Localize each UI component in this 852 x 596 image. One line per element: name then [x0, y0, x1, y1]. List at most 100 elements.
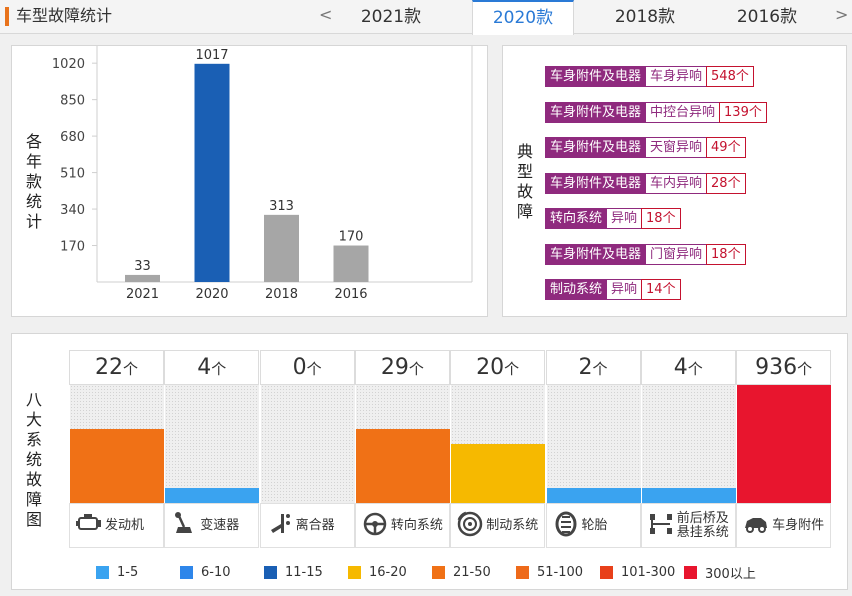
system-count: 2个 [545, 350, 641, 385]
system-count-value: 0 [292, 355, 307, 380]
y-tick-label: 170 [60, 240, 85, 255]
system-bar [641, 488, 736, 503]
engine-icon [75, 510, 105, 542]
system-count-value: 4 [197, 355, 212, 380]
car-body-icon [742, 510, 772, 542]
system-bar [546, 488, 641, 503]
system-count: 4个 [164, 350, 260, 385]
y-tick-label: 850 [60, 94, 85, 109]
fault-category-tag: 车身附件及电器 [545, 243, 647, 265]
fault-item[interactable]: 车身附件及电器 天窗异响 49个 [545, 137, 746, 158]
legend-item: 16-20 [348, 563, 432, 582]
system-column[interactable]: 4个变速器 [164, 350, 260, 548]
legend-item: 11-15 [264, 563, 348, 582]
system-column[interactable]: 936个车身附件 [736, 350, 832, 548]
fault-item[interactable]: 车身附件及电器 中控台异响 139个 [545, 101, 767, 123]
system-bar-area [69, 385, 164, 503]
system-label: 制动系统 [450, 503, 546, 548]
system-count-unit: 个 [687, 360, 703, 378]
system-count: 29个 [354, 350, 450, 385]
legend-item: 51-100 [516, 563, 600, 582]
system-count-unit: 个 [504, 360, 520, 378]
system-column[interactable]: 29个转向系统 [354, 350, 450, 548]
page-title: 车型故障统计 [16, 6, 113, 25]
legend-label: 21-50 [453, 565, 491, 580]
system-label: 离合器 [259, 503, 355, 548]
system-count-value: 2 [578, 355, 593, 380]
next-arrow-icon[interactable]: > [835, 5, 848, 24]
brake-disc-icon [456, 510, 486, 542]
system-column[interactable]: 20个制动系统 [450, 350, 546, 548]
system-bar-area [736, 385, 832, 503]
tab-2018[interactable]: 2018款 [594, 0, 696, 34]
fault-item[interactable]: 车身附件及电器 车内异响 28个 [545, 172, 746, 194]
system-bar-area [545, 385, 641, 503]
fault-subtype: 异响 [607, 279, 642, 300]
fault-item[interactable]: 制动系统 异响 14个 [545, 279, 681, 300]
system-bar-area [259, 385, 355, 503]
system-count-value: 22 [94, 355, 123, 380]
year-bar[interactable] [333, 245, 369, 282]
system-bar-area [164, 385, 260, 503]
tab-2021[interactable]: 2021款 [340, 0, 442, 34]
legend-swatch [600, 566, 613, 579]
legend-label: 11-15 [285, 565, 323, 580]
system-column[interactable]: 4个前后桥及悬挂系统 [640, 350, 736, 548]
system-label: 前后桥及悬挂系统 [640, 503, 736, 548]
system-label: 车身附件 [736, 503, 832, 548]
fault-subtype: 中控台异响 [646, 101, 720, 123]
legend-label: 300以上 [705, 567, 756, 582]
system-bar [70, 429, 164, 503]
legend-swatch [516, 566, 529, 579]
system-count-value: 20 [476, 355, 505, 380]
system-name: 离合器 [295, 517, 335, 533]
system-bar-area [640, 385, 736, 503]
system-column[interactable]: 2个轮胎 [545, 350, 641, 548]
fault-subtype: 门窗异响 [646, 243, 707, 265]
system-name: 变速器 [200, 517, 240, 533]
legend-item: 1-5 [96, 563, 180, 582]
clutch-icon [266, 510, 296, 542]
tab-2020[interactable]: 2020款 [472, 0, 574, 35]
legend-label: 6-10 [201, 565, 231, 580]
title-accent-bar [5, 7, 9, 26]
tab-2016[interactable]: 2016款 [716, 0, 818, 34]
y-tick-label: 1020 [52, 57, 85, 72]
typical-faults-panel: 典型故障 车身附件及电器 车身异响 548个 车身附件及电器 中控台异响 139个 车身附件… [502, 45, 847, 317]
fault-category-tag: 车身附件及电器 [545, 172, 647, 194]
fault-category-tag: 转向系统 [545, 208, 608, 229]
system-label: 转向系统 [354, 503, 450, 548]
fault-item[interactable]: 转向系统 异响 18个 [545, 208, 681, 229]
year-bar[interactable] [125, 274, 160, 282]
system-count: 936个 [736, 350, 832, 385]
system-name: 车身附件 [772, 517, 825, 533]
system-count-unit: 个 [592, 360, 608, 378]
fault-count: 49个 [706, 137, 746, 158]
fault-subtype: 天窗异响 [646, 137, 707, 158]
system-count-value: 936 [755, 355, 798, 380]
system-bar-area [354, 385, 450, 503]
fault-count: 18个 [706, 243, 746, 265]
system-bar [451, 444, 546, 503]
legend-swatch [180, 566, 193, 579]
system-bar [737, 385, 832, 503]
legend-swatch [96, 566, 109, 579]
fault-item[interactable]: 车身附件及电器 车身异响 548个 [545, 66, 754, 87]
legend-swatch [348, 566, 361, 579]
system-column[interactable]: 0个离合器 [259, 350, 355, 548]
system-count-value: 4 [673, 355, 688, 380]
fault-item[interactable]: 车身附件及电器 门窗异响 18个 [545, 243, 746, 265]
system-column[interactable]: 22个 发动机 [69, 350, 164, 548]
year-bar[interactable] [264, 214, 299, 282]
prev-arrow-icon[interactable]: < [319, 5, 332, 24]
system-count-unit: 个 [122, 360, 138, 378]
fault-category-tag: 车身附件及电器 [545, 137, 647, 158]
tire-icon [552, 510, 582, 542]
year-bar[interactable] [194, 63, 230, 282]
system-name: 轮胎 [581, 517, 608, 533]
fault-count: 28个 [706, 172, 746, 194]
fault-subtype: 异响 [607, 208, 642, 229]
y-tick-label: 340 [60, 203, 85, 218]
system-count-unit: 个 [306, 360, 322, 378]
x-tick-label: 2020 [195, 287, 228, 302]
